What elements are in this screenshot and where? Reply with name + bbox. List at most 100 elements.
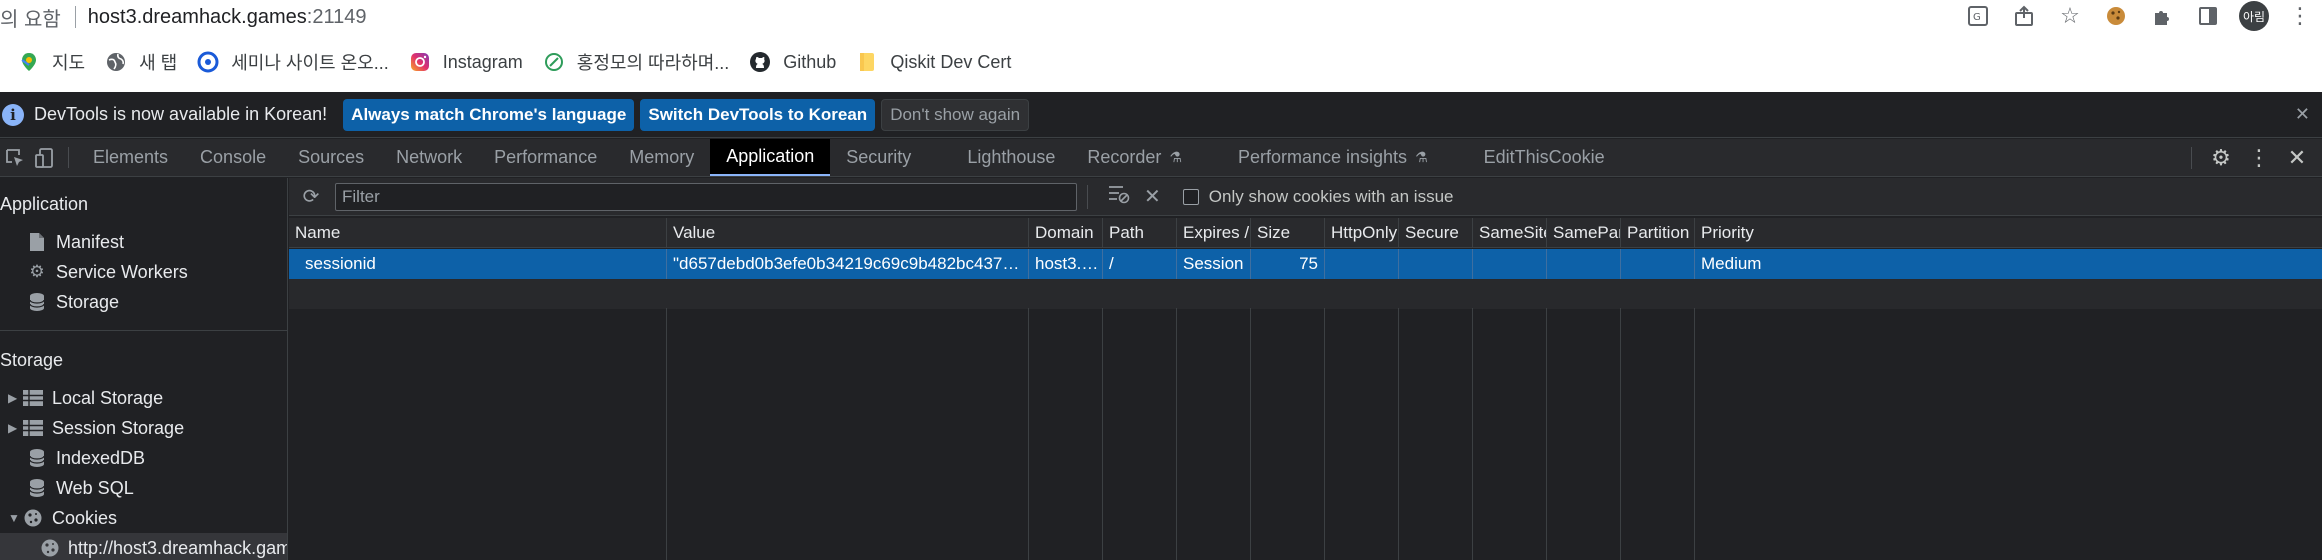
- column-header-partition-key[interactable]: Partition K...: [1621, 218, 1695, 248]
- side-panel-icon[interactable]: [2192, 0, 2224, 32]
- tab-label: Performance insights: [1237, 147, 1408, 167]
- tab-editthiscookie[interactable]: EditThisCookie: [1468, 139, 1621, 176]
- clear-filtered-cookies-icon[interactable]: [1108, 184, 1130, 210]
- bookmark-item[interactable]: Qiskit Dev Cert: [856, 51, 1011, 73]
- column-divider: [1324, 308, 1325, 560]
- column-divider: [1620, 308, 1621, 560]
- table-row[interactable]: sessionid "d657debd0b3efe0b34219c69c9b48…: [289, 249, 2322, 279]
- issue-only-checkbox-label: Only show cookies with an issue: [1208, 186, 1454, 206]
- column-divider: [1176, 308, 1177, 560]
- column-header-httponly[interactable]: HttpOnly: [1325, 218, 1399, 248]
- issue-only-checkbox[interactable]: [1182, 188, 1199, 205]
- column-divider: [1546, 308, 1547, 560]
- profile-avatar[interactable]: 아림: [2239, 1, 2269, 31]
- settings-gear-icon[interactable]: ⚙: [2208, 145, 2234, 171]
- dont-show-again-button[interactable]: Don't show again: [881, 98, 1030, 131]
- bookmark-label: 홍정모의 따라하며...: [576, 53, 730, 73]
- tab-memory[interactable]: Memory: [613, 139, 710, 176]
- column-header-domain[interactable]: Domain: [1029, 218, 1103, 248]
- cookies-table: Name Value Domain Path Expires / ... Siz…: [289, 218, 2322, 560]
- folder-icon: [856, 51, 878, 73]
- column-header-size[interactable]: Size: [1251, 218, 1325, 248]
- tab-recorder[interactable]: Recorder ⚗: [1071, 139, 1222, 176]
- cell-value[interactable]: "d657debd0b3efe0b34219c69c9b482bc4379fed…: [667, 249, 1029, 279]
- filter-input[interactable]: [335, 182, 1077, 211]
- sidebar-item-label: Cookies: [52, 507, 118, 528]
- share-icon[interactable]: [2008, 0, 2040, 32]
- tab-application[interactable]: Application: [710, 139, 831, 176]
- bookmark-item[interactable]: 지도: [18, 49, 85, 75]
- column-header-samesite[interactable]: SameSite: [1473, 218, 1547, 248]
- cell-domain[interactable]: host3.dre...: [1029, 249, 1103, 279]
- sidebar-item-manifest[interactable]: Manifest: [26, 227, 124, 257]
- tab-performance[interactable]: Performance: [478, 139, 613, 176]
- sidebar-item-storage[interactable]: Storage: [26, 287, 119, 317]
- profile-button[interactable]: 아림: [2238, 0, 2270, 32]
- close-devtools-icon[interactable]: ✕: [2284, 145, 2310, 171]
- tab-label: Sources: [298, 147, 365, 167]
- column-divider: [666, 308, 667, 560]
- cell-httponly[interactable]: [1325, 249, 1399, 279]
- sidebar-item-cookies[interactable]: ▼ Cookies: [8, 503, 117, 533]
- sidebar-item-web-sql[interactable]: Web SQL: [26, 473, 134, 503]
- refresh-icon[interactable]: ⟳: [301, 184, 321, 209]
- tab-console[interactable]: Console: [184, 139, 282, 176]
- column-header-expires[interactable]: Expires / ...: [1177, 218, 1251, 248]
- match-language-button[interactable]: Always match Chrome's language: [343, 98, 635, 131]
- tab-label: Security: [846, 147, 912, 167]
- info-icon: i: [2, 103, 24, 126]
- cell-samesite[interactable]: [1473, 249, 1547, 279]
- column-header-value[interactable]: Value: [667, 218, 1029, 248]
- tab-performance-insights[interactable]: Performance insights ⚗: [1222, 139, 1468, 176]
- collapse-arrow-icon[interactable]: ▼: [8, 511, 22, 525]
- cell-sameparty[interactable]: [1547, 249, 1621, 279]
- bookmark-item[interactable]: 홍정모의 따라하며...: [543, 49, 729, 75]
- cell-name[interactable]: sessionid: [289, 249, 667, 279]
- tab-security[interactable]: Security: [830, 139, 951, 176]
- cell-secure[interactable]: [1399, 249, 1473, 279]
- sidebar-item-indexeddb[interactable]: IndexedDB: [26, 443, 145, 473]
- star-icon[interactable]: ☆: [2054, 0, 2086, 32]
- column-header-priority[interactable]: Priority: [1695, 218, 2322, 248]
- kebab-menu-icon[interactable]: ⋮: [2284, 0, 2316, 32]
- close-icon[interactable]: ✕: [2295, 104, 2310, 125]
- tab-label: Application: [726, 146, 815, 166]
- expand-arrow-icon[interactable]: ▶: [8, 421, 22, 435]
- omnibox-port[interactable]: :21149: [307, 6, 367, 29]
- inspect-element-icon[interactable]: [0, 139, 30, 176]
- extensions-icon[interactable]: [2146, 0, 2178, 32]
- tab-network[interactable]: Network: [380, 139, 478, 176]
- clear-all-icon[interactable]: ✕: [1144, 184, 1161, 209]
- column-header-secure[interactable]: Secure: [1399, 218, 1473, 248]
- sidebar-item-session-storage[interactable]: ▶ Session Storage: [8, 413, 184, 443]
- tab-lighthouse[interactable]: Lighthouse: [951, 139, 1071, 176]
- switch-to-korean-button[interactable]: Switch DevTools to Korean: [640, 98, 876, 131]
- bookmark-item[interactable]: 새 탭: [105, 49, 177, 75]
- device-toolbar-icon[interactable]: [30, 139, 60, 176]
- translate-icon[interactable]: G: [1962, 0, 1994, 32]
- column-header-path[interactable]: Path: [1103, 218, 1177, 248]
- column-header-name[interactable]: Name: [289, 218, 667, 248]
- cell-expires[interactable]: Session: [1177, 249, 1251, 279]
- sidebar-item-service-workers[interactable]: ⚙ Service Workers: [26, 257, 187, 287]
- cell-partition-key[interactable]: [1621, 249, 1695, 279]
- tab-sources[interactable]: Sources: [282, 139, 380, 176]
- sidebar-item-local-storage[interactable]: ▶ Local Storage: [8, 383, 163, 413]
- cell-path[interactable]: /: [1103, 249, 1177, 279]
- omnibox-host[interactable]: host3.dreamhack.games: [88, 6, 307, 29]
- sidebar-item-cookie-origin[interactable]: http://host3.dreamhack.games:21149: [0, 533, 287, 560]
- omnibox[interactable]: 의 요함 host3.dreamhack.games:21149: [0, 0, 366, 34]
- column-divider: [1398, 308, 1399, 560]
- expand-arrow-icon[interactable]: ▶: [8, 391, 22, 405]
- cell-priority[interactable]: Medium: [1695, 249, 2322, 279]
- kebab-menu-icon[interactable]: ⋮: [2246, 145, 2272, 171]
- tab-elements[interactable]: Elements: [77, 139, 184, 176]
- bookmark-item[interactable]: Instagram: [409, 51, 523, 73]
- column-header-sameparty[interactable]: SameParty: [1547, 218, 1621, 248]
- bookmark-item[interactable]: Github: [749, 51, 836, 73]
- cookie-extension-icon[interactable]: [2100, 0, 2132, 32]
- bookmark-item[interactable]: 세미나 사이트 온오...: [197, 49, 389, 75]
- cell-size[interactable]: 75: [1251, 249, 1325, 279]
- sidebar-item-label: Session Storage: [52, 417, 185, 438]
- site-security-chip[interactable]: 의 요함: [0, 3, 61, 32]
